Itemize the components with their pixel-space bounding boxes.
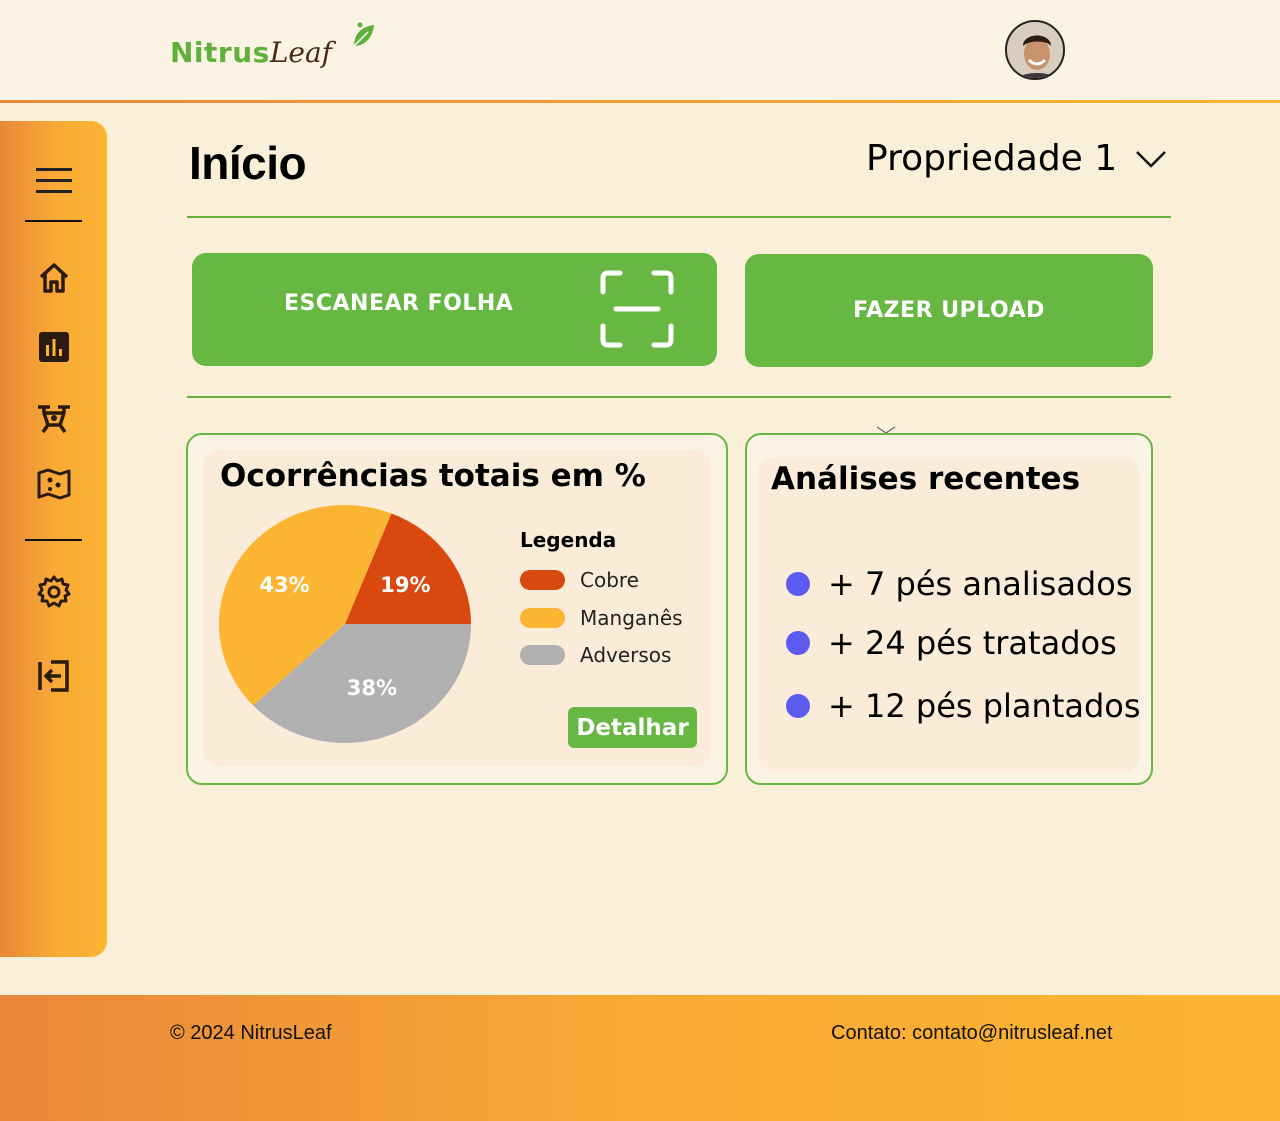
property-select-value: Propriedade 1 [866,138,1118,179]
scan-icon [600,270,674,348]
user-photo-icon [1007,22,1063,78]
list-item-text: + 12 pés plantados [828,687,1141,725]
footer [0,995,1280,1121]
sidebar-divider [25,220,82,222]
map-icon[interactable] [36,466,72,502]
logout-icon[interactable] [36,658,72,694]
bullet [786,631,810,655]
pie-label: 19% [380,573,430,597]
legend-swatch [520,570,565,590]
menu-icon[interactable] [36,163,72,199]
sidebar [0,121,107,957]
header-divider [0,100,1280,103]
legend-title: Legenda [520,528,617,552]
list-item-text: + 24 pés tratados [828,624,1117,662]
legend-label: Cobre [580,568,639,592]
header: Nitrus Leaf [0,0,1280,100]
occurrences-title: Ocorrências totais em % [220,458,646,494]
home-icon[interactable] [36,260,72,296]
upload-label: FAZER UPLOAD [853,298,1045,323]
bullet [786,572,810,596]
sidebar-divider [25,539,82,541]
logo-text-secondary: Leaf [269,36,333,69]
legend-item-cobre: Cobre [520,568,639,592]
scan-leaf-label: ESCANEAR FOLHA [284,291,514,316]
logo-text-primary: Nitrus [170,36,270,69]
pie-label: 43% [259,573,309,597]
legend-swatch [520,645,565,665]
page-title: Início [189,137,307,189]
list-item: + 7 pés analisados [786,565,1132,603]
footer-contact[interactable]: Contato: contato@nitrusleaf.net [831,1022,1113,1045]
list-item-text: + 7 pés analisados [828,565,1133,603]
legend-swatch [520,608,565,628]
bullet [786,694,810,718]
logo[interactable]: Nitrus Leaf [170,36,332,76]
pie-chart: 19% 38% 43% [218,504,471,744]
legend-label: Adversos [580,643,672,667]
drone-icon[interactable] [36,400,72,436]
divider [187,216,1171,218]
recent-title: Análises recentes [771,461,1081,497]
property-select[interactable]: Propriedade 1 [866,138,1167,179]
list-item: + 24 pés tratados [786,624,1117,662]
leaf-icon [353,22,374,47]
detail-button[interactable]: Detalhar [568,707,697,748]
chevron-down-icon [1136,150,1167,168]
footer-copyright: © 2024 NitrusLeaf [170,1022,332,1044]
pie-label: 38% [347,676,397,700]
bar-chart-icon[interactable] [36,329,72,365]
legend-item-adversos: Adversos [520,643,671,667]
legend-label: Manganês [580,606,683,630]
divider [187,396,1171,398]
upload-button[interactable]: FAZER UPLOAD [745,254,1153,367]
legend-item-manganes: Manganês [520,606,683,630]
avatar[interactable] [1005,20,1065,80]
list-item: + 12 pés plantados [786,687,1141,725]
gear-icon[interactable] [36,574,72,610]
scan-leaf-button[interactable]: ESCANEAR FOLHA [192,253,717,366]
